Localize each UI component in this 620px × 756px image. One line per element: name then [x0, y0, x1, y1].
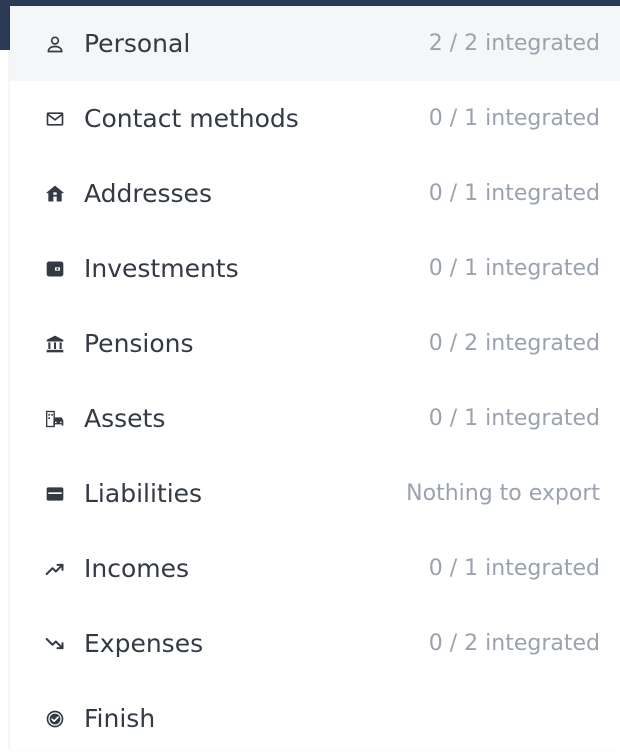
step-status: 2 / 2 integrated [428, 31, 600, 56]
step-liabilities[interactable]: Liabilities Nothing to export [10, 456, 620, 531]
check-circle-icon [44, 708, 66, 730]
step-expenses[interactable]: Expenses 0 / 2 integrated [10, 606, 620, 681]
steps-panel: Personal 2 / 2 integrated Contact method… [10, 6, 620, 750]
credit-card-icon [44, 483, 66, 505]
step-addresses[interactable]: Addresses 0 / 1 integrated [10, 156, 620, 231]
step-status: 0 / 1 integrated [428, 181, 600, 206]
wallet-icon [44, 258, 66, 280]
step-investments[interactable]: Investments 0 / 1 integrated [10, 231, 620, 306]
step-label: Expenses [84, 629, 204, 658]
step-status: 0 / 1 integrated [428, 256, 600, 281]
step-status: 0 / 1 integrated [428, 406, 600, 431]
step-finish[interactable]: Finish [10, 681, 620, 756]
step-status: Nothing to export [406, 481, 600, 506]
mail-icon [44, 108, 66, 130]
step-assets[interactable]: Assets 0 / 1 integrated [10, 381, 620, 456]
home-icon [44, 183, 66, 205]
step-incomes[interactable]: Incomes 0 / 1 integrated [10, 531, 620, 606]
step-pensions[interactable]: Pensions 0 / 2 integrated [10, 306, 620, 381]
step-label: Addresses [84, 179, 212, 208]
step-personal[interactable]: Personal 2 / 2 integrated [10, 6, 620, 81]
building-car-icon [44, 408, 66, 430]
step-label: Pensions [84, 329, 194, 358]
step-status: 0 / 2 integrated [428, 331, 600, 356]
step-status: 0 / 1 integrated [428, 106, 600, 131]
step-label: Contact methods [84, 104, 299, 133]
person-icon [44, 33, 66, 55]
step-label: Liabilities [84, 479, 203, 508]
bank-icon [44, 333, 66, 355]
step-label: Investments [84, 254, 239, 283]
trending-down-icon [44, 633, 66, 655]
step-status: 0 / 2 integrated [428, 631, 600, 656]
step-label: Incomes [84, 554, 190, 583]
step-label: Personal [84, 29, 191, 58]
step-label: Finish [84, 704, 156, 733]
step-contact-methods[interactable]: Contact methods 0 / 1 integrated [10, 81, 620, 156]
trending-up-icon [44, 558, 66, 580]
step-label: Assets [84, 404, 166, 433]
step-status: 0 / 1 integrated [428, 556, 600, 581]
